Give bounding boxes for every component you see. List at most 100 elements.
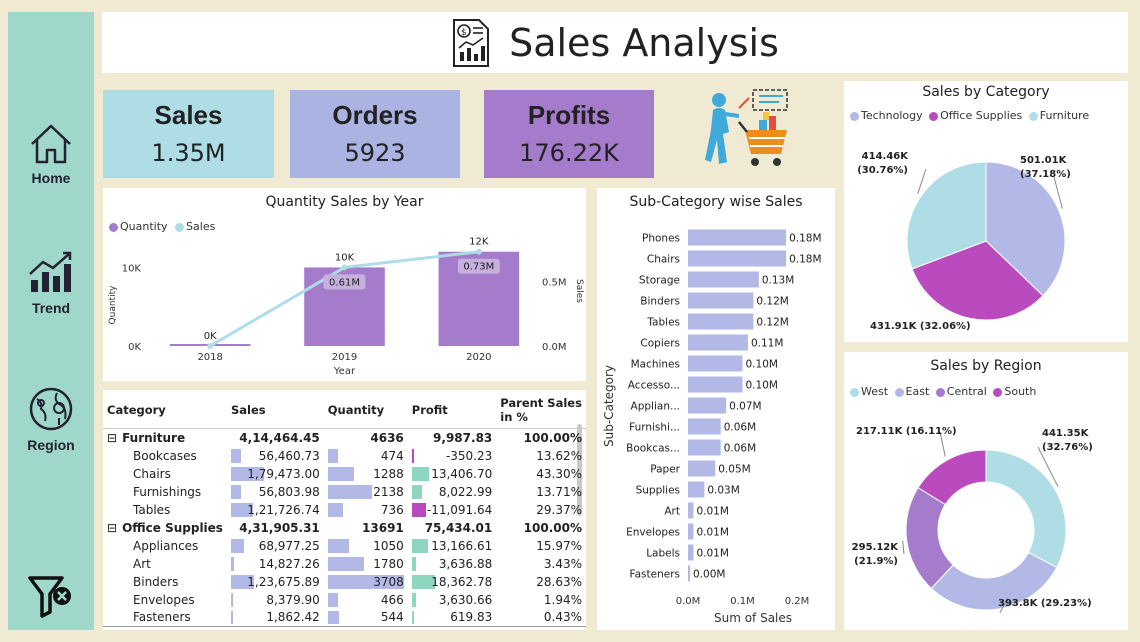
table-row[interactable]: Appliances 68,977.25 1050 13,166.61 15.97% [103,537,586,555]
y2-axis-title: Sales [574,279,584,303]
cell-value: 18,362.78 [431,574,493,589]
table-row[interactable]: Envelopes 8,379.90 466 3,630.66 1.94% [103,591,586,609]
table-group-row[interactable]: ⊟ Furniture 4,14,464.45 4636 9,987.83 100.00% [103,429,586,447]
bar-data-label: 0.06M [724,422,756,434]
category-label: Accesso... [628,380,680,392]
column-header[interactable]: Sales [226,390,324,429]
cell-value: 466 [380,592,404,607]
data-bar [411,592,417,607]
clear-filter-button[interactable] [8,572,94,624]
slice-value-label: 217.11K (16.11%) [856,426,957,437]
cell-value: 43.30% [536,466,582,481]
category-label: Binders [133,574,179,589]
cell-value: 8,379.90 [266,592,320,607]
table-row[interactable]: Bookcases 56,460.73 474 -350.23 13.62% [103,447,586,465]
column-header[interactable]: Parent Sales in % [496,390,586,429]
quantity-sales-chart: Quantity Sales 0K 10K 0.0M 0.5M 0K 10K 12K 0.61M 0… [108,237,584,377]
sales-point [475,248,482,255]
quantity-cell: 4636 [324,429,408,447]
data-bar [411,610,414,624]
category-label: Office Supplies [122,520,223,535]
table-row[interactable]: Art 14,827.26 1780 3,636.88 3.43% [103,555,586,573]
category-cell: Binders [103,573,227,591]
cell-value: 4,14,464.45 [239,430,320,445]
cell-value: 1,862.42 [266,610,320,625]
table-row[interactable]: Fasteners 1,862.42 544 619.83 0.43% [103,609,586,627]
category-label: Appliances [133,538,199,553]
percent-cell: 13.62% [496,447,586,465]
kpi-card-orders: Orders 5923 [290,90,460,178]
quantity-cell: 13691 [324,519,408,537]
category-cell: Furnishings [103,483,227,501]
column-header[interactable]: Category [103,390,227,429]
table-group-row[interactable]: ⊟ Office Supplies 4,31,905.31 13691 75,434.0… [103,519,586,537]
subcategory-bar [688,439,721,456]
side-nav: Home Trend Region [8,12,94,630]
subcategory-bar [688,334,748,351]
profit-cell: -350.23 [408,447,496,465]
table-row[interactable]: Furnishings 56,803.98 2138 8,022.99 13.71% [103,483,586,501]
kpi-card-sales: Sales 1.35M [103,90,274,178]
cell-value: 13,166.61 [431,538,493,553]
cell-value: 28.63% [536,574,582,589]
home-icon [31,124,71,164]
sales-data-label: 0.61M [329,277,360,288]
cell-value: 1780 [373,556,404,571]
cell-value: 13,47,375.17 [231,629,320,630]
category-label: Furniture [122,430,186,445]
slice-value-label: 501.01K [1020,155,1068,166]
percent-cell: 43.30% [496,465,586,483]
cell-value: 15.97% [536,538,582,553]
category-cell[interactable]: ⊟ Office Supplies [103,519,227,537]
sales-cell: 1,79,473.00 [227,465,324,483]
subcategory-bar [688,502,694,519]
column-header[interactable]: Quantity [323,390,408,429]
category-label: Bookcases [133,448,197,463]
kpi-label: Sales [154,100,223,130]
clear-filter-icon [28,576,71,618]
data-bar [230,538,244,553]
nav-trend-button[interactable]: Trend [8,250,94,316]
quantity-sales-chart-panel: Quantity Sales by Year Quantity Sales Qu… [103,188,586,381]
slice-value-label: 295.12K [852,542,900,553]
shopping-cart-illustration [705,89,788,166]
quantity-cell: 1780 [324,555,408,573]
category-cell[interactable]: ⊟ Furniture [103,429,227,447]
percent-cell: 0.43% [496,609,586,627]
category-label: Tables [133,502,171,517]
table-row[interactable]: Binders 1,23,675.89 3708 18,362.78 28.63% [103,573,586,591]
subcategory-bar [688,250,787,267]
subcategory-bar [688,481,705,498]
slice-value-label: 414.46K [862,151,910,162]
category-cell: Bookcases [103,447,227,465]
quantity-cell: 1288 [324,465,408,483]
collapse-icon[interactable]: ⊟ [107,431,117,445]
nav-region-button[interactable]: Region [8,385,94,453]
data-bar [411,466,429,481]
data-bar [327,610,340,624]
slice-percent-label: (32.76%) [1042,442,1093,453]
table-row[interactable]: Tables 1,21,726.74 736 -11,091.64 29.37% [103,501,586,519]
category-matrix-panel: Category Sales Quantity Profit Parent Sa… [103,390,586,630]
cell-value: 29.37% [536,502,582,517]
bar-data-label: 0.00M [693,569,725,581]
category-label: Applian... [631,401,680,413]
data-bar [230,610,233,624]
quantity-data-label: 0K [204,331,217,342]
region-donut-panel: Sales by Region West East Central South … [844,352,1128,630]
cell-value: 619.83 [450,610,493,625]
data-bar [230,556,234,571]
pie-slice [985,449,1067,569]
profit-cell: 75,434.01 [408,519,496,537]
collapse-icon[interactable]: ⊟ [107,521,117,535]
category-label: Tables [646,317,680,329]
category-cell: Envelopes [103,591,227,609]
bar-data-label: 0.03M [707,485,739,497]
y-axis-title: Sub-Category [602,365,616,447]
cell-value: -11,091.64 [426,502,493,517]
cell-value: 3,630.66 [438,592,493,607]
column-header[interactable]: Profit [407,390,497,429]
table-row[interactable]: Chairs 1,79,473.00 1288 13,406.70 43.30% [103,465,586,483]
nav-home-button[interactable]: Home [8,122,94,186]
cell-value: 0.43% [543,610,582,625]
